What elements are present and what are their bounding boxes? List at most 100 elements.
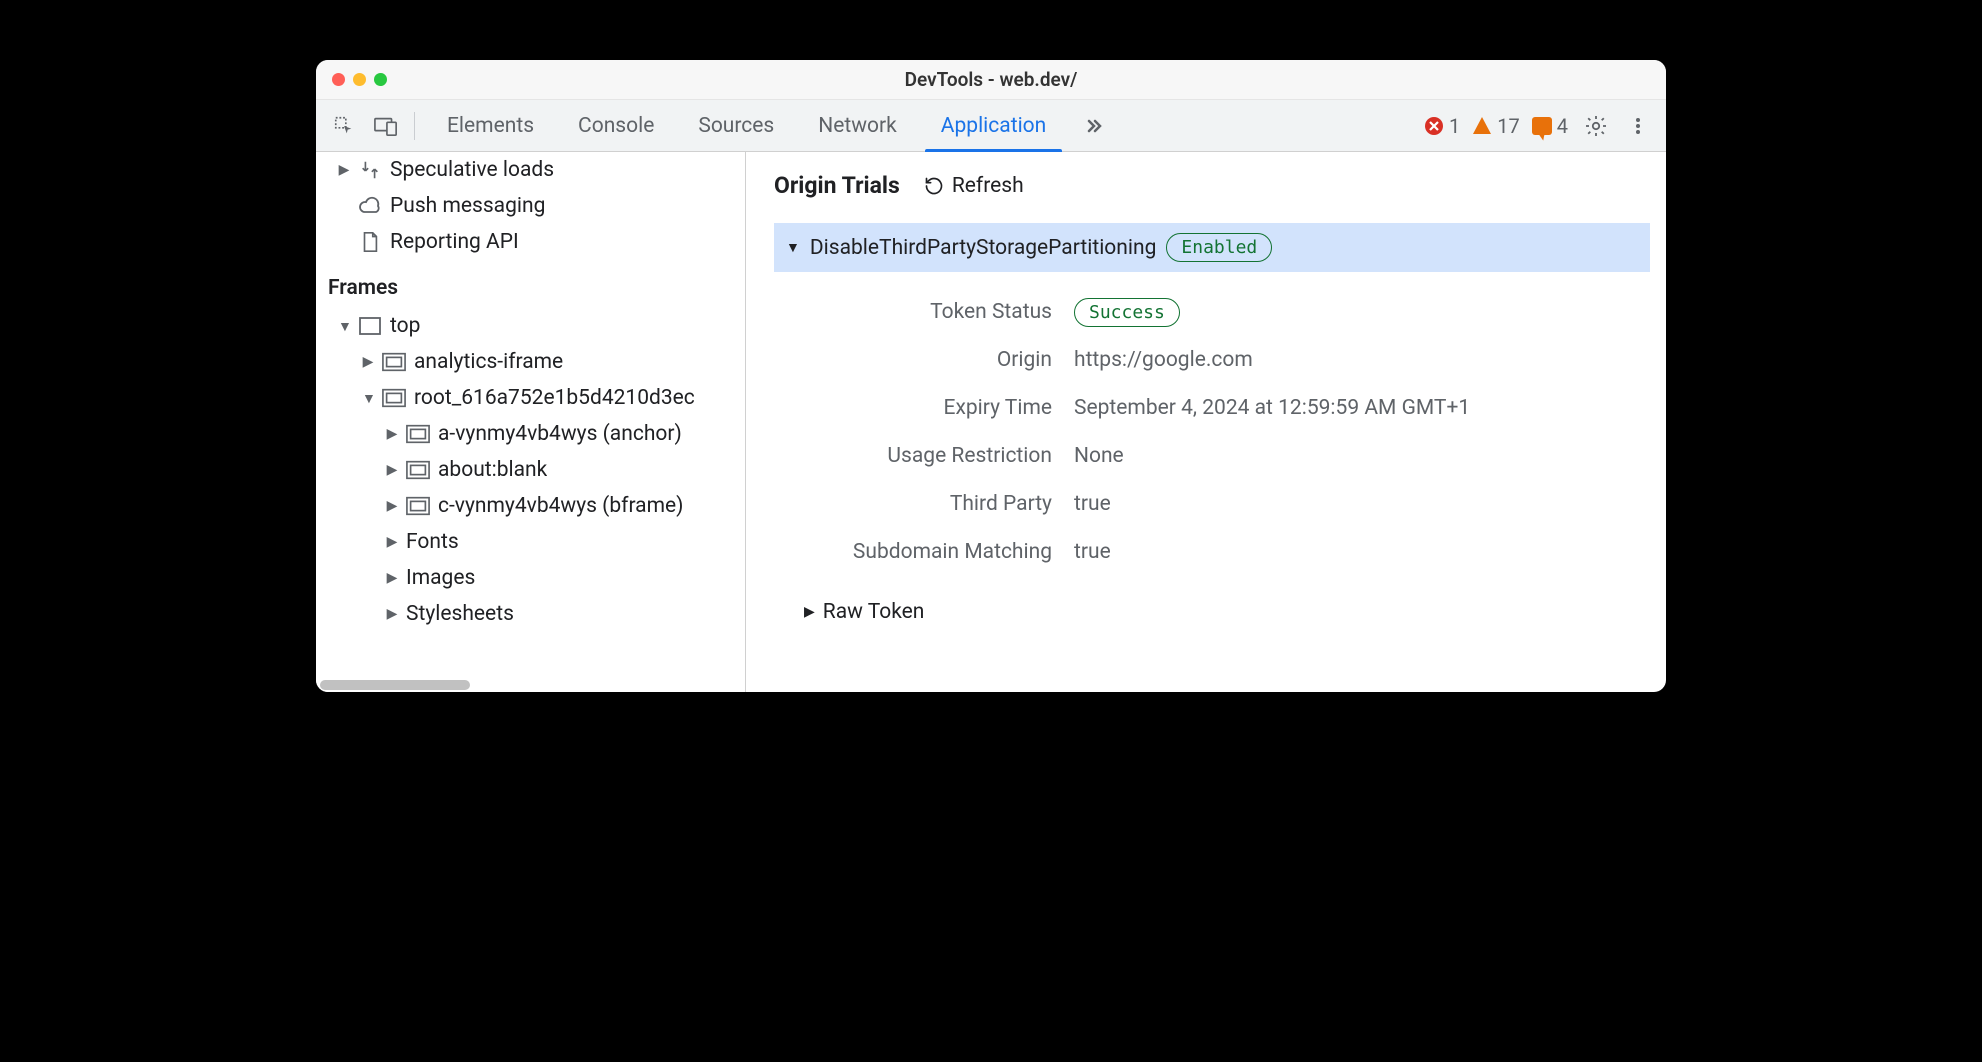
traffic-lights <box>332 73 387 86</box>
sidebar-item-label: c-vynmy4vb4wys (bframe) <box>438 494 683 518</box>
settings-icon[interactable] <box>1582 112 1610 140</box>
error-count-value: 1 <box>1449 114 1460 138</box>
scrollbar-thumb[interactable] <box>320 680 470 690</box>
toolbar-right: 1 17 4 <box>1424 112 1652 140</box>
sidebar-item-images[interactable]: Images <box>316 560 745 596</box>
chevron-right-icon <box>386 498 398 514</box>
window-title: DevTools - web.dev/ <box>332 68 1650 91</box>
detail-expiry: Expiry Time September 4, 2024 at 12:59:5… <box>794 384 1646 432</box>
chevron-right-icon <box>386 534 398 550</box>
origin-trial-row[interactable]: ▼ DisableThirdPartyStoragePartitioning E… <box>774 223 1650 272</box>
origin-trials-panel: Origin Trials Refresh ▼ DisableThirdPart… <box>746 152 1666 692</box>
tab-elements[interactable]: Elements <box>425 100 556 151</box>
panel-title: Origin Trials <box>774 172 900 199</box>
content-area: Speculative loads Push messaging Reporti… <box>316 152 1666 692</box>
console-status[interactable]: 1 17 4 <box>1424 114 1568 138</box>
toolbar-left <box>330 112 415 140</box>
detail-value: true <box>1074 540 1111 564</box>
warning-count[interactable]: 17 <box>1472 114 1519 138</box>
iframe-icon <box>382 386 406 410</box>
device-toolbar-icon[interactable] <box>372 112 400 140</box>
more-tabs-button[interactable] <box>1068 100 1120 151</box>
detail-label: Token Status <box>794 300 1074 324</box>
detail-usage: Usage Restriction None <box>794 432 1646 480</box>
frames-section-header: Frames <box>316 260 745 308</box>
refresh-button[interactable]: Refresh <box>924 174 1024 198</box>
sidebar-item-label: Stylesheets <box>406 602 514 626</box>
detail-token-status: Token Status Success <box>794 288 1646 336</box>
iframe-icon <box>406 422 430 446</box>
sidebar-item-label: analytics-iframe <box>414 350 563 374</box>
sidebar-item-label: a-vynmy4vb4wys (anchor) <box>438 422 682 446</box>
sidebar-frame-analytics[interactable]: analytics-iframe <box>316 344 745 380</box>
devtools-toolbar: Elements Console Sources Network Applica… <box>316 100 1666 152</box>
titlebar: DevTools - web.dev/ <box>316 60 1666 100</box>
status-badge: Success <box>1074 298 1180 327</box>
chevron-down-icon: ▼ <box>786 239 800 256</box>
iframe-icon <box>406 458 430 482</box>
sidebar-item-label: Push messaging <box>390 194 545 218</box>
sidebar-item-label: Images <box>406 566 475 590</box>
refresh-label: Refresh <box>952 174 1024 198</box>
sidebar-item-push-messaging[interactable]: Push messaging <box>316 188 745 224</box>
chevron-right-icon <box>338 162 350 178</box>
detail-label: Usage Restriction <box>794 444 1074 468</box>
tab-console[interactable]: Console <box>556 100 676 151</box>
raw-token-label: Raw Token <box>823 600 925 624</box>
detail-value: true <box>1074 492 1111 516</box>
detail-value: September 4, 2024 at 12:59:59 AM GMT+1 <box>1074 396 1470 420</box>
devtools-window: DevTools - web.dev/ Elements Console Sou… <box>316 60 1666 692</box>
detail-origin: Origin https://google.com <box>794 336 1646 384</box>
panel-header: Origin Trials Refresh <box>774 172 1666 199</box>
sidebar-item-label: Speculative loads <box>390 158 554 182</box>
sidebar-item-label: Fonts <box>406 530 459 554</box>
sidebar-item-stylesheets[interactable]: Stylesheets <box>316 596 745 632</box>
toolbar-divider <box>414 112 415 140</box>
refresh-icon <box>924 176 944 196</box>
minimize-window-button[interactable] <box>353 73 366 86</box>
sidebar-frame-about-blank[interactable]: about:blank <box>316 452 745 488</box>
issues-count[interactable]: 4 <box>1532 114 1568 138</box>
origin-trial-name: DisableThirdPartyStoragePartitioning <box>810 236 1157 260</box>
sidebar-item-speculative-loads[interactable]: Speculative loads <box>316 152 745 188</box>
warning-icon <box>1472 116 1492 136</box>
horizontal-scrollbar[interactable] <box>316 678 745 692</box>
cloud-icon <box>358 194 382 218</box>
issues-count-value: 4 <box>1557 114 1568 138</box>
error-count[interactable]: 1 <box>1424 114 1460 138</box>
tab-sources[interactable]: Sources <box>676 100 796 151</box>
detail-label: Subdomain Matching <box>794 540 1074 564</box>
frame-icon <box>358 314 382 338</box>
speculative-loads-icon <box>358 158 382 182</box>
trial-details: Token Status Success Origin https://goog… <box>774 272 1666 584</box>
sidebar-frame-top[interactable]: top <box>316 308 745 344</box>
sidebar-item-reporting-api[interactable]: Reporting API <box>316 224 745 260</box>
detail-value: Success <box>1074 300 1180 324</box>
sidebar-frame-anchor[interactable]: a-vynmy4vb4wys (anchor) <box>316 416 745 452</box>
chevron-down-icon <box>338 318 350 335</box>
sidebar-item-label: top <box>390 314 420 338</box>
document-icon <box>358 230 382 254</box>
devtools-tabs: Elements Console Sources Network Applica… <box>425 100 1120 151</box>
tab-network[interactable]: Network <box>796 100 919 151</box>
sidebar-item-fonts[interactable]: Fonts <box>316 524 745 560</box>
close-window-button[interactable] <box>332 73 345 86</box>
detail-value: None <box>1074 444 1124 468</box>
chevron-right-icon: ▶ <box>804 604 815 620</box>
sidebar-frame-root[interactable]: root_616a752e1b5d4210d3ec <box>316 380 745 416</box>
sidebar-item-label: about:blank <box>438 458 547 482</box>
tab-application[interactable]: Application <box>919 100 1068 151</box>
error-icon <box>1424 116 1444 136</box>
kebab-menu-icon[interactable] <box>1624 112 1652 140</box>
warning-count-value: 17 <box>1497 114 1519 138</box>
zoom-window-button[interactable] <box>374 73 387 86</box>
chevron-right-icon <box>386 606 398 622</box>
application-sidebar[interactable]: Speculative loads Push messaging Reporti… <box>316 152 746 692</box>
sidebar-frame-bframe[interactable]: c-vynmy4vb4wys (bframe) <box>316 488 745 524</box>
chevron-right-icon <box>386 570 398 586</box>
inspect-element-icon[interactable] <box>330 112 358 140</box>
raw-token-row[interactable]: ▶ Raw Token <box>774 584 1666 640</box>
detail-subdomain: Subdomain Matching true <box>794 528 1646 576</box>
chevron-right-icon <box>386 426 398 442</box>
chevron-down-icon <box>362 390 374 407</box>
